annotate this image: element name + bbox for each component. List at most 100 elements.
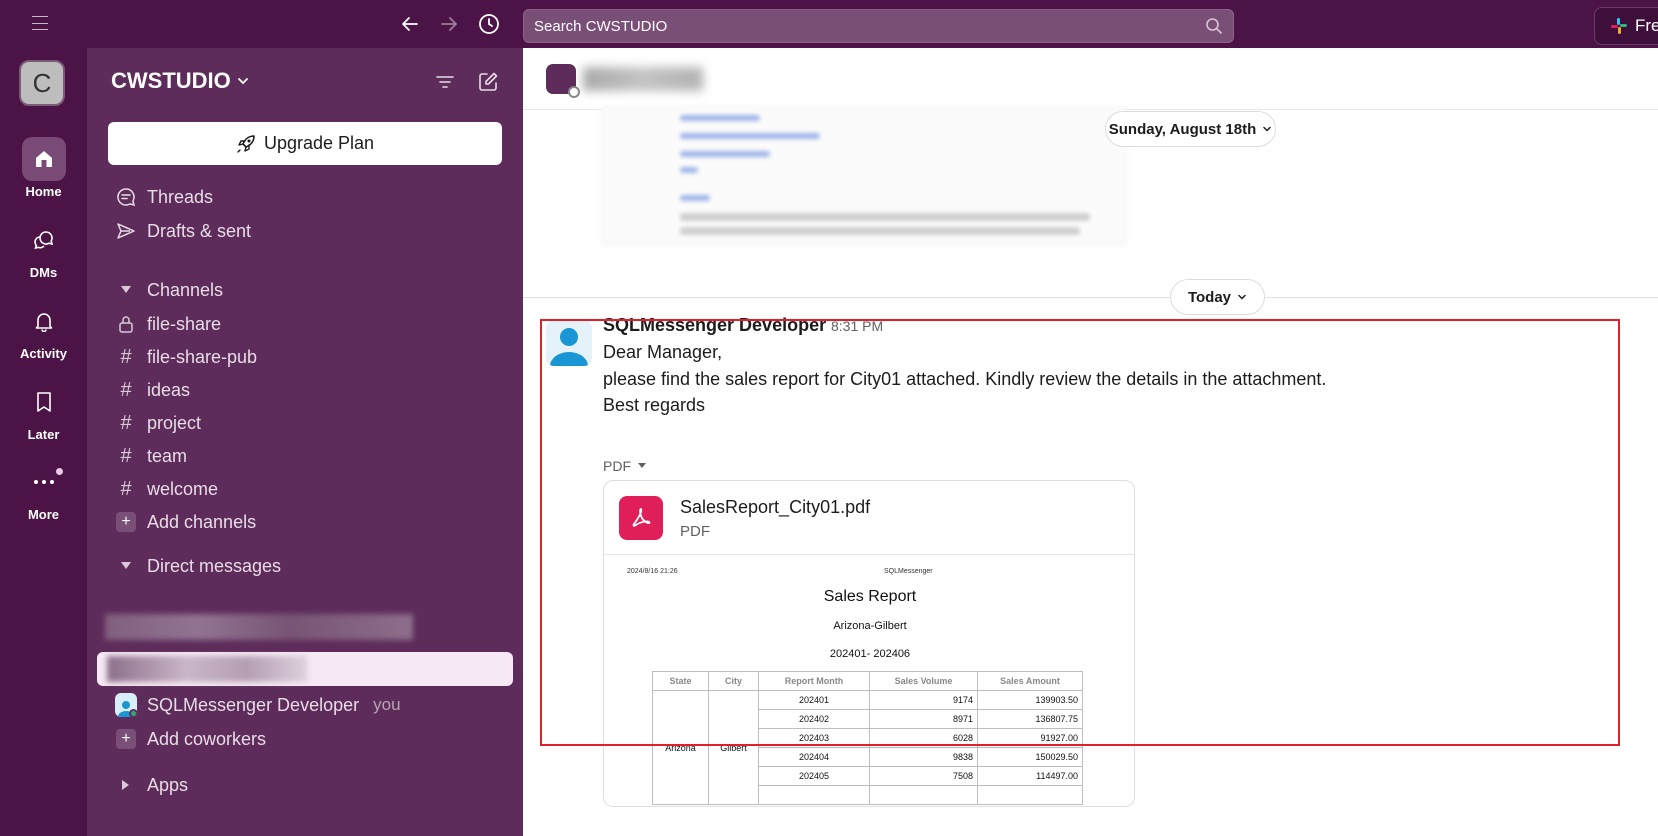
filter-icon[interactable] (431, 68, 459, 96)
table-row: Arizona Gilbert 202401 9174 139903.50 (652, 690, 1083, 805)
table-cell: 202403 (758, 728, 870, 748)
rail-more-label: More (27, 507, 60, 522)
plus-icon: + (116, 512, 136, 532)
sidebar-item-threads[interactable]: Threads (115, 182, 213, 212)
sender-avatar[interactable] (546, 320, 592, 366)
away-status-dot (568, 86, 580, 98)
history-clock-icon[interactable] (475, 10, 503, 38)
rail-activity[interactable]: Activity (0, 299, 87, 361)
avatar[interactable] (546, 64, 580, 98)
table-cell: 6028 (869, 728, 978, 748)
redacted-dm-item[interactable] (105, 614, 413, 640)
chevron-down-icon (1238, 294, 1246, 300)
avatar (115, 693, 137, 717)
sidebar-item-file-share[interactable]: file-share (115, 309, 221, 339)
channels-header-label: Channels (147, 279, 224, 300)
attachment-header[interactable]: SalesReport_City01.pdf PDF (604, 481, 1134, 555)
sidebar-item-ideas[interactable]: # ideas (115, 375, 190, 405)
today-jump-button[interactable]: Today (1170, 279, 1265, 315)
sidebar-item-file-share-pub[interactable]: # file-share-pub (115, 342, 257, 372)
channel-name: file-share-pub (147, 346, 258, 367)
bell-icon (22, 299, 66, 343)
column-header: Sales Volume (869, 671, 978, 691)
menu-icon[interactable] (32, 16, 48, 30)
lock-icon (115, 315, 137, 333)
apps-label: Apps (147, 774, 189, 795)
sidebar-item-project[interactable]: # project (115, 408, 201, 438)
add-coworkers-label: Add coworkers (147, 728, 267, 749)
online-status-dot (129, 709, 137, 717)
dms-icon (22, 218, 66, 262)
forward-arrow-icon[interactable] (435, 10, 463, 38)
add-coworkers-button[interactable]: + Add coworkers (115, 724, 266, 754)
preview-period: 202401- 202406 (829, 648, 911, 660)
pdf-attachment-card[interactable]: SalesReport_City01.pdf PDF 2024/8/16 21:… (603, 480, 1135, 807)
back-arrow-icon[interactable] (396, 10, 424, 38)
slack-logo-icon (1611, 18, 1627, 34)
workspace-avatar[interactable]: C (19, 60, 65, 106)
hash-icon: # (120, 477, 132, 500)
plus-icon: + (116, 729, 136, 749)
date-label: Today (1187, 288, 1232, 306)
redacted-dm-item-selected[interactable] (97, 652, 513, 686)
workspace-rail: C Home DMs Activity Later More (0, 48, 87, 836)
column-header: City (708, 671, 759, 691)
attachment-file-name[interactable]: SalesReport_City01.pdf (680, 497, 870, 518)
message-timestamp[interactable]: 8:31 PM (831, 318, 883, 334)
attachment-toggle[interactable]: PDF (603, 458, 647, 474)
apps-section-header[interactable]: Apps (115, 770, 188, 800)
hash-icon: # (120, 378, 132, 401)
home-icon (21, 137, 66, 181)
sidebar-item-drafts[interactable]: Drafts & sent (115, 216, 251, 246)
send-icon (115, 221, 137, 241)
bookmark-icon (22, 380, 66, 424)
sidebar-item-dm-self[interactable]: SQLMessenger Developer you (115, 690, 401, 720)
rail-dms[interactable]: DMs (0, 218, 87, 280)
upgrade-plan-label: Upgrade Plan (263, 133, 375, 153)
table-cell (758, 785, 870, 805)
hash-icon: # (120, 411, 132, 434)
pdf-preview[interactable]: 2024/8/16 21:26 SQLMessenger Sales Repor… (604, 556, 1134, 806)
rail-later[interactable]: Later (0, 380, 87, 442)
sidebar-item-label: Threads (147, 186, 214, 207)
caret-down-icon (115, 561, 137, 571)
free-trial-chip[interactable]: Fre (1594, 7, 1658, 45)
chevron-down-icon (237, 78, 248, 85)
city-cell: Gilbert (708, 690, 759, 805)
table-cell: 9174 (869, 690, 978, 710)
column-header: State (652, 671, 709, 691)
channels-section-header[interactable]: Channels (115, 275, 223, 305)
preview-title: Sales Report (823, 588, 917, 605)
workspace-name-button[interactable]: CWSTUDIO (111, 68, 249, 94)
search-input[interactable]: Search CWSTUDIO (523, 9, 1234, 43)
more-notification-dot (55, 468, 63, 475)
preview-region: Arizona-Gilbert (833, 620, 907, 632)
rail-home[interactable]: Home (0, 137, 87, 199)
dm-section-header[interactable]: Direct messages (115, 551, 281, 581)
rail-more[interactable]: More (0, 460, 87, 522)
caret-right-icon (115, 779, 137, 791)
attachment-toggle-label: PDF (603, 458, 631, 474)
conversation-header (523, 48, 1658, 110)
table-cell: 139903.50 (977, 690, 1083, 710)
compose-icon[interactable] (474, 68, 502, 96)
redacted-previous-attachment (601, 106, 1127, 246)
message-text-line: please find the sales report for City01 … (603, 369, 1327, 389)
redacted-conversation-name[interactable] (583, 67, 703, 91)
message-sender[interactable]: SQLMessenger Developer (603, 315, 826, 336)
sidebar-item-team[interactable]: # team (115, 441, 187, 471)
table-cell: 91927.00 (977, 728, 1083, 748)
search-icon (1206, 18, 1222, 34)
upgrade-plan-button[interactable]: Upgrade Plan (108, 122, 502, 165)
table-header-row: State City Report Month Sales Volume Sal… (652, 671, 1083, 691)
add-channels-button[interactable]: + Add channels (115, 507, 256, 537)
sidebar-item-welcome[interactable]: # welcome (115, 474, 218, 504)
sales-report-table: State City Report Month Sales Volume Sal… (652, 671, 1083, 805)
dm-header-label: Direct messages (147, 555, 282, 576)
message-pane: Sunday, August 18th Today SQLMessenger D… (523, 48, 1658, 836)
date-jump-button[interactable]: Sunday, August 18th (1105, 111, 1276, 147)
rail-later-label: Later (27, 427, 60, 442)
table-cell: 9838 (869, 747, 978, 767)
table-cell: 202402 (758, 709, 870, 729)
channel-name: ideas (147, 379, 191, 400)
